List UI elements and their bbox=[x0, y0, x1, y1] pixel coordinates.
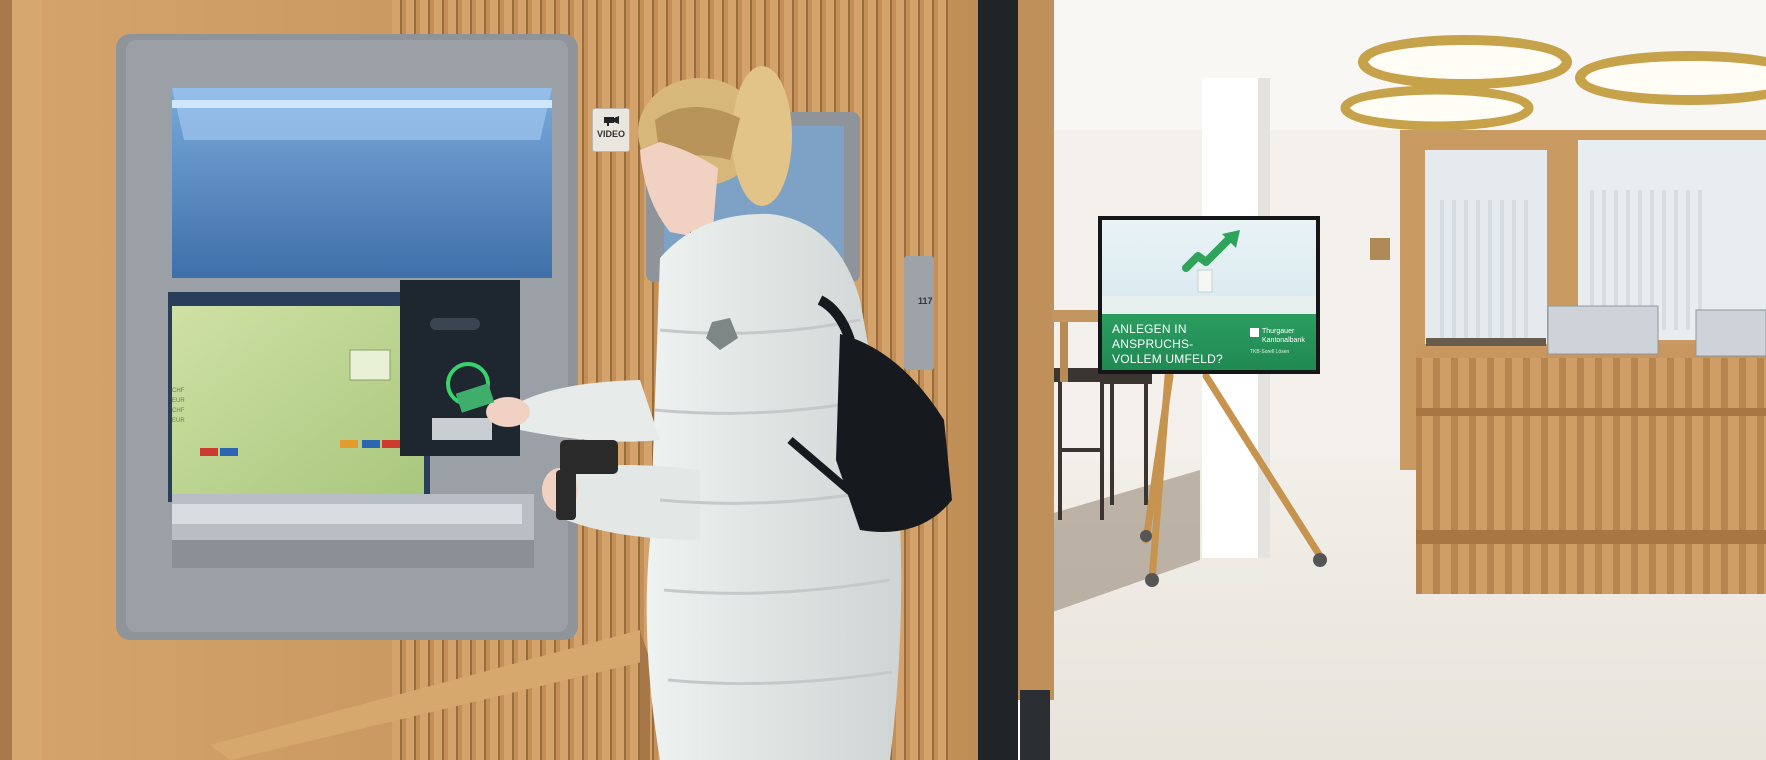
atm-screen bbox=[172, 306, 424, 494]
door-panel bbox=[904, 256, 934, 370]
bank-logo-subline: TKB-Sorell Lösen bbox=[1250, 349, 1290, 355]
atm-currency: CHF bbox=[172, 408, 185, 414]
atm-keypad bbox=[432, 418, 492, 440]
display-headline-line2: VOLLEM UMFELD? bbox=[1112, 352, 1223, 366]
display-headline-line1: ANLEGEN IN ANSPRUCHS- bbox=[1112, 322, 1194, 351]
video-surveillance-sign: VIDEO bbox=[592, 108, 630, 152]
camera-icon bbox=[604, 116, 619, 126]
monitor bbox=[1547, 305, 1659, 355]
reception-desk bbox=[1416, 344, 1766, 594]
bank-logo-icon bbox=[1250, 328, 1259, 337]
display-headline: ANLEGEN IN ANSPRUCHS- VOLLEM UMFELD? bbox=[1112, 322, 1262, 367]
door-frame-dark bbox=[978, 0, 1018, 760]
video-sign-label: VIDEO bbox=[596, 129, 625, 139]
bank-logo-line1: Thurgauer bbox=[1262, 328, 1295, 335]
atm-screen-currency-list: CHF EUR CHF EUR bbox=[172, 386, 185, 426]
bank-logo: Thurgauer Kantonalbank TKB-Sorell Lösen bbox=[1250, 328, 1314, 356]
room-number: 117 bbox=[918, 296, 933, 306]
wallet bbox=[560, 440, 618, 474]
atm-currency: CHF bbox=[172, 388, 185, 394]
bank-logo-line2: Kantonalbank bbox=[1262, 337, 1305, 344]
bank-interior-photo bbox=[0, 0, 1766, 760]
atm-currency: EUR bbox=[172, 418, 185, 424]
atm-currency: EUR bbox=[172, 398, 185, 404]
monitor bbox=[1695, 309, 1766, 357]
